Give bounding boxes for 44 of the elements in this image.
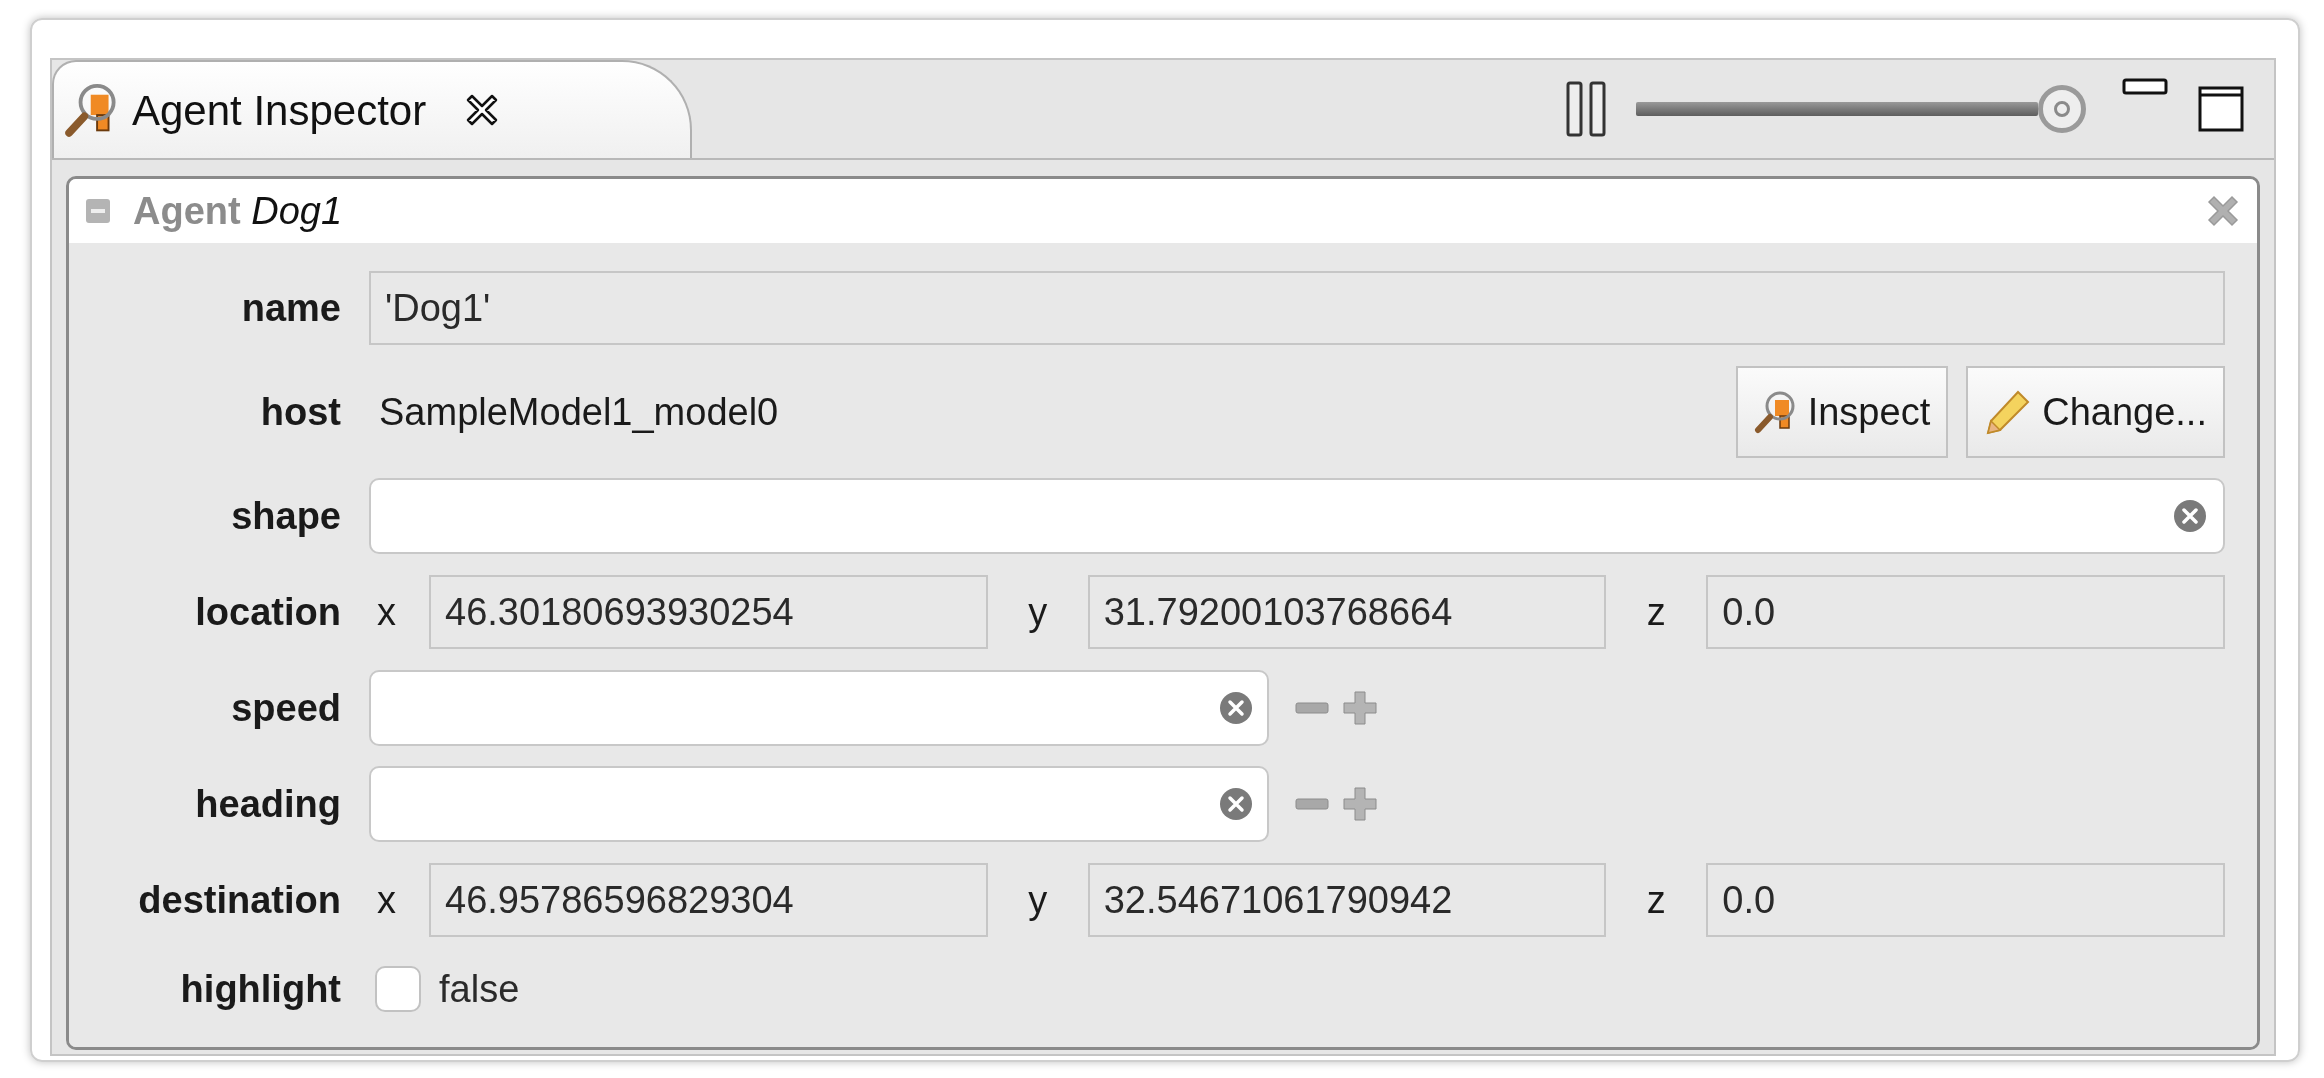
change-button[interactable]: Change...: [1966, 366, 2225, 458]
readonly-field[interactable]: 0.0: [1706, 575, 2225, 649]
readonly-field[interactable]: 0.0: [1706, 863, 2225, 937]
host-value: SampleModel1_model0: [379, 389, 779, 435]
shape-input[interactable]: [369, 478, 2225, 554]
inspect-button[interactable]: Inspect: [1735, 366, 1949, 458]
plus-icon[interactable]: [1343, 787, 1377, 821]
axis-label: z: [1645, 877, 1667, 923]
axis-label: x: [376, 589, 397, 635]
field-label: name: [241, 285, 341, 331]
axis-label: x: [376, 877, 397, 923]
slider-thumb[interactable]: [2038, 85, 2086, 133]
field-label: speed: [231, 685, 341, 731]
minus-icon[interactable]: [1295, 702, 1329, 714]
field-label: host: [260, 389, 341, 435]
plus-icon[interactable]: [1343, 691, 1377, 725]
field-label: location: [195, 589, 341, 635]
checkbox-value: false: [439, 966, 520, 1012]
checkbox[interactable]: [375, 966, 421, 1012]
clear-icon[interactable]: [1219, 787, 1253, 821]
pause-icon[interactable]: [1566, 81, 1606, 137]
number-input[interactable]: [369, 670, 1269, 746]
readonly-field[interactable]: 31.79200103768664: [1087, 575, 1607, 649]
readonly-field[interactable]: 46.95786596829304: [429, 863, 988, 937]
tab-title: Agent Inspector: [132, 85, 427, 136]
field-label: heading: [195, 781, 341, 827]
clear-icon[interactable]: [2173, 499, 2207, 533]
number-input[interactable]: [369, 766, 1269, 842]
collapse-icon[interactable]: [85, 198, 111, 224]
minus-icon[interactable]: [1295, 798, 1329, 810]
view-tab[interactable]: Agent Inspector: [52, 60, 692, 158]
readonly-field[interactable]: 'Dog1': [369, 271, 2225, 345]
axis-label: z: [1645, 589, 1667, 635]
readonly-field[interactable]: 46.30180693930254: [429, 575, 988, 649]
field-label: highlight: [180, 966, 341, 1012]
field-label: destination: [138, 877, 341, 923]
panel-title: Agent Dog1: [133, 188, 343, 234]
minimize-icon[interactable]: [2122, 78, 2168, 96]
axis-label: y: [1027, 877, 1049, 923]
field-label: shape: [231, 493, 341, 539]
clear-icon[interactable]: [1219, 691, 1253, 725]
maximize-icon[interactable]: [2198, 86, 2244, 132]
readonly-field[interactable]: 32.54671061790942: [1087, 863, 1607, 937]
axis-label: y: [1027, 589, 1049, 635]
